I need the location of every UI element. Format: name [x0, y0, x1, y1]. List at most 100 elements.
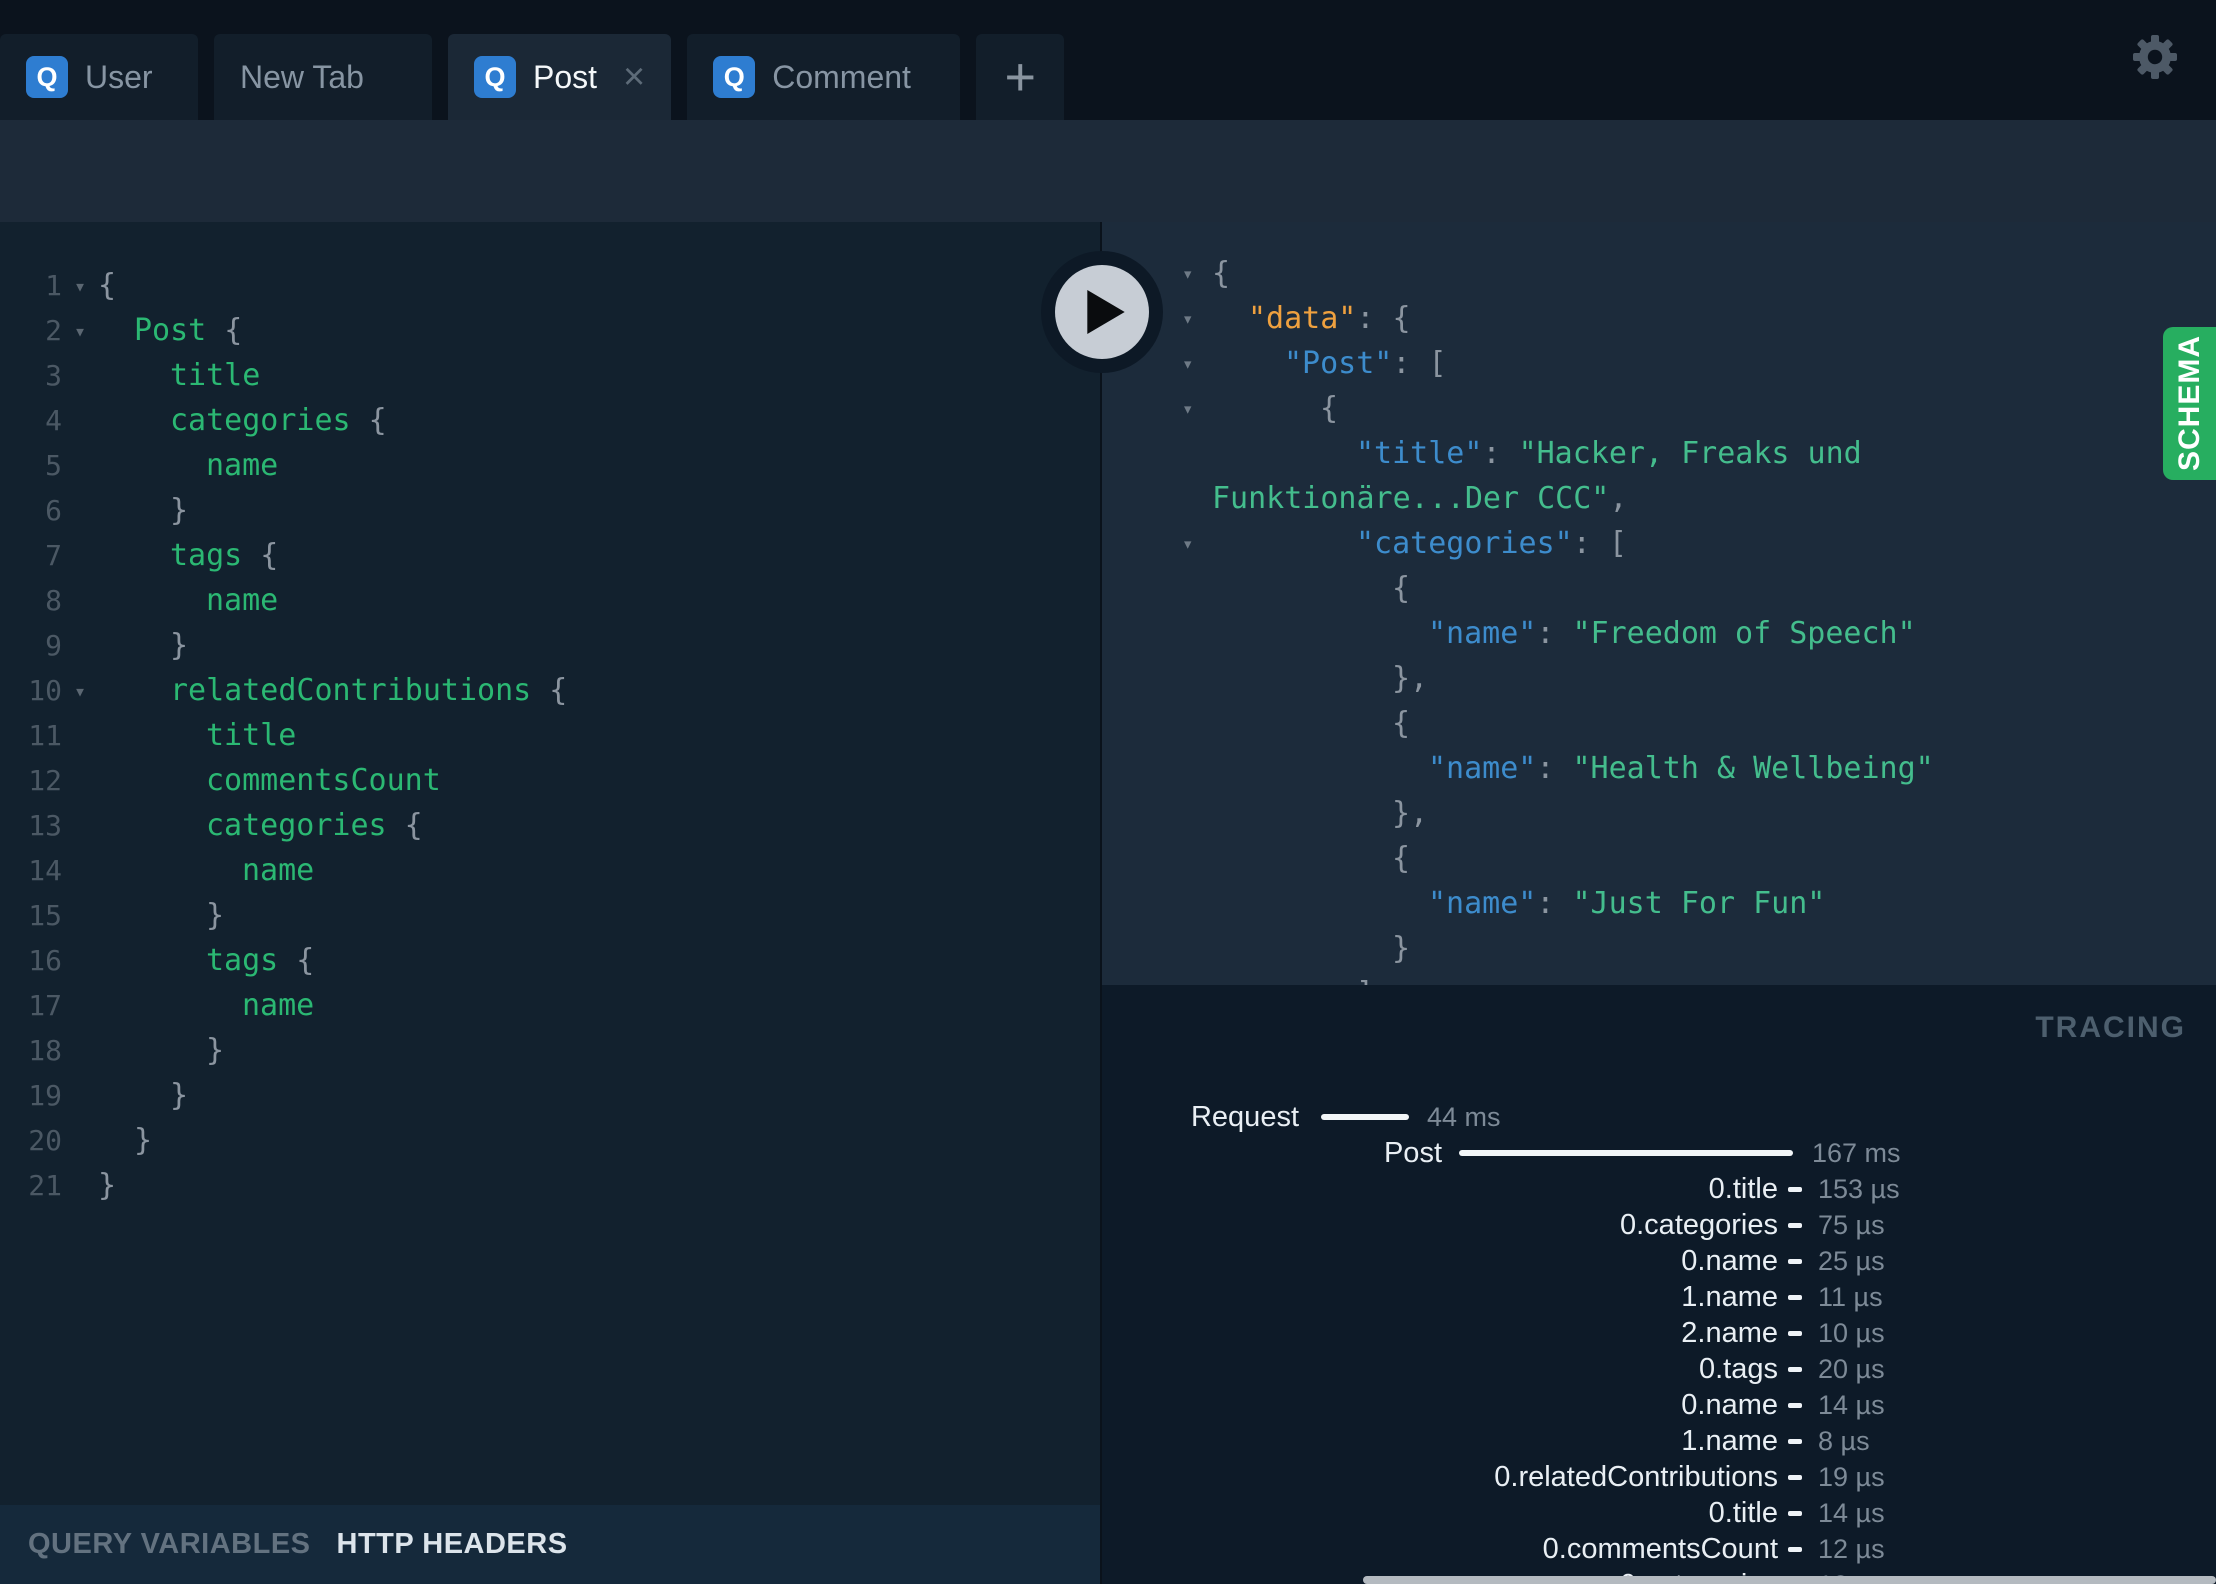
trace-time: 19 µs: [1818, 1462, 1885, 1492]
trace-time: 153 µs: [1818, 1174, 1900, 1204]
query-variables-tab[interactable]: QUERY VARIABLES: [28, 1528, 311, 1561]
trace-label: 0.name: [1681, 1389, 1778, 1421]
trace-duration-dash: [1788, 1367, 1802, 1372]
code-text: }: [170, 1078, 189, 1113]
trace-span-row: 0.categories 75 µs: [1102, 1207, 2216, 1243]
fold-arrow-icon[interactable]: ▾: [62, 319, 98, 343]
response-lines: ▾{▾ "data": {▾ "Post": [▾{"title": "Hacker…: [1102, 251, 2216, 985]
trace-duration-dash: [1788, 1403, 1802, 1408]
trace-span-row: Request 44 ms: [1102, 1099, 2216, 1135]
line-number: 1: [45, 269, 62, 302]
code-text: "name": "Health & Wellbeing": [1428, 751, 1934, 786]
close-tab-icon[interactable]: ×: [623, 58, 645, 96]
trace-time: 20 µs: [1818, 1354, 1885, 1384]
tab-comment[interactable]: Q Comment: [687, 34, 961, 120]
trace-duration-dash: [1788, 1187, 1802, 1192]
trace-span-row: 0.relatedContributions 19 µs: [1102, 1459, 2216, 1495]
code-text: name: [206, 448, 279, 483]
trace-duration-dash: [1788, 1547, 1802, 1552]
trace-time: 10 µs: [1818, 1318, 1885, 1348]
code-text: {: [1212, 256, 1231, 291]
line-number: 17: [28, 989, 62, 1022]
code-text: Post {: [134, 313, 243, 348]
tab-post[interactable]: Q Post ×: [448, 34, 672, 120]
trace-duration-bar: [1459, 1150, 1793, 1156]
code-text: tags {: [170, 538, 279, 573]
trace-label: 0.tags: [1699, 1353, 1778, 1385]
trace-duration-dash: [1788, 1331, 1802, 1336]
code-text: },: [1392, 796, 1429, 831]
tab-user[interactable]: Q User: [0, 34, 198, 120]
response-line: {: [1102, 566, 2216, 611]
line-number: 20: [28, 1124, 62, 1157]
response-line: {: [1102, 701, 2216, 746]
editor-line: 20}: [0, 1118, 1100, 1163]
response-line: ▾{: [1102, 386, 2216, 431]
code-text: }: [134, 1123, 153, 1158]
code-text: {: [1392, 571, 1411, 606]
trace-label: 0.relatedContributions: [1494, 1461, 1778, 1493]
tab-new-tab[interactable]: New Tab: [214, 34, 432, 120]
response-line: {: [1102, 836, 2216, 881]
code-text: name: [206, 583, 279, 618]
code-text: categories {: [206, 808, 423, 843]
collapse-arrow-icon[interactable]: ▾: [1182, 263, 1212, 285]
editor-line: 3 title: [0, 353, 1100, 398]
trace-span-row: 0.tags 20 µs: [1102, 1351, 2216, 1387]
line-number: 8: [45, 584, 62, 617]
response-line: "name": "Just For Fun": [1102, 881, 2216, 926]
collapse-arrow-icon[interactable]: ▾: [1182, 533, 1212, 555]
line-number: 19: [28, 1079, 62, 1112]
response-viewer[interactable]: ▾{▾ "data": {▾ "Post": [▾{"title": "Hacker…: [1102, 222, 2216, 985]
trace-label: 0.name: [1681, 1245, 1778, 1277]
collapse-arrow-icon[interactable]: ▾: [1182, 353, 1212, 375]
trace-label: 0.commentsCount: [1542, 1533, 1778, 1565]
trace-label: 0.categories: [1620, 1209, 1778, 1241]
http-headers-tab[interactable]: HTTP HEADERS: [337, 1528, 568, 1561]
line-number: 9: [45, 629, 62, 662]
horizontal-scrollbar[interactable]: [1363, 1576, 2216, 1584]
trace-duration-dash: [1788, 1259, 1802, 1264]
editor-line: 4 categories {: [0, 398, 1100, 443]
trace-duration-dash: [1788, 1295, 1802, 1300]
collapse-arrow-icon[interactable]: ▾: [1182, 398, 1212, 420]
trace-span-row: 0.name 25 µs: [1102, 1243, 2216, 1279]
code-text: "name": "Just For Fun": [1428, 886, 1826, 921]
code-text: tags {: [206, 943, 315, 978]
play-icon: [1055, 265, 1149, 359]
code-text: ]: [1212, 976, 1374, 985]
collapse-arrow-icon[interactable]: ▾: [1182, 308, 1212, 330]
code-text: "data": {: [1248, 301, 1411, 336]
editor-line: 14 name: [0, 848, 1100, 893]
editor-line: 13 categories {: [0, 803, 1100, 848]
trace-span-row: 1.name 8 µs: [1102, 1423, 2216, 1459]
query-editor-lines: 1 ▾{2 ▾ Post {3 title 4 categories {5 name 6} 7 ta…: [0, 263, 1100, 1208]
tab-label: Comment: [772, 58, 911, 95]
code-text: Funktionäre...Der CCC",: [1212, 481, 1628, 516]
graphql-playground-window: Q User New Tab Q Post × Q Comment + PRETTIFY HIS…: [0, 0, 2216, 1584]
trace-label: 0.title: [1708, 1497, 1778, 1529]
code-text: categories {: [170, 403, 387, 438]
settings-gear-icon[interactable]: [2131, 33, 2179, 81]
trace-time: 11 µs: [1818, 1282, 1883, 1312]
tracing-panel[interactable]: TRACING Request 44 ms Post 167 ms 0.title 153…: [1102, 985, 2216, 1584]
new-tab-button[interactable]: +: [976, 34, 1065, 120]
schema-tab-button[interactable]: SCHEMA: [2163, 327, 2216, 480]
line-number: 12: [28, 764, 62, 797]
trace-label: Request: [1190, 1101, 1299, 1133]
response-line: "title": "Hacker, Freaks und: [1102, 431, 2216, 476]
code-text: "Post": [: [1284, 346, 1447, 381]
execute-query-button[interactable]: [1041, 251, 1163, 373]
fold-arrow-icon[interactable]: ▾: [62, 679, 98, 703]
editor-line: 2 ▾ Post {: [0, 308, 1100, 353]
line-number: 15: [28, 899, 62, 932]
line-number: 2: [45, 314, 62, 347]
trace-span-row: 0.title 14 µs: [1102, 1495, 2216, 1531]
line-number: 7: [45, 539, 62, 572]
fold-arrow-icon[interactable]: ▾: [62, 274, 98, 298]
trace-time: 167 ms: [1812, 1138, 1901, 1168]
tab-label: Post: [533, 58, 598, 95]
tracing-title: TRACING: [2035, 1011, 2186, 1044]
code-text: }: [98, 1168, 117, 1203]
query-editor[interactable]: 1 ▾{2 ▾ Post {3 title 4 categories {5 name 6} 7 ta…: [0, 222, 1100, 1584]
